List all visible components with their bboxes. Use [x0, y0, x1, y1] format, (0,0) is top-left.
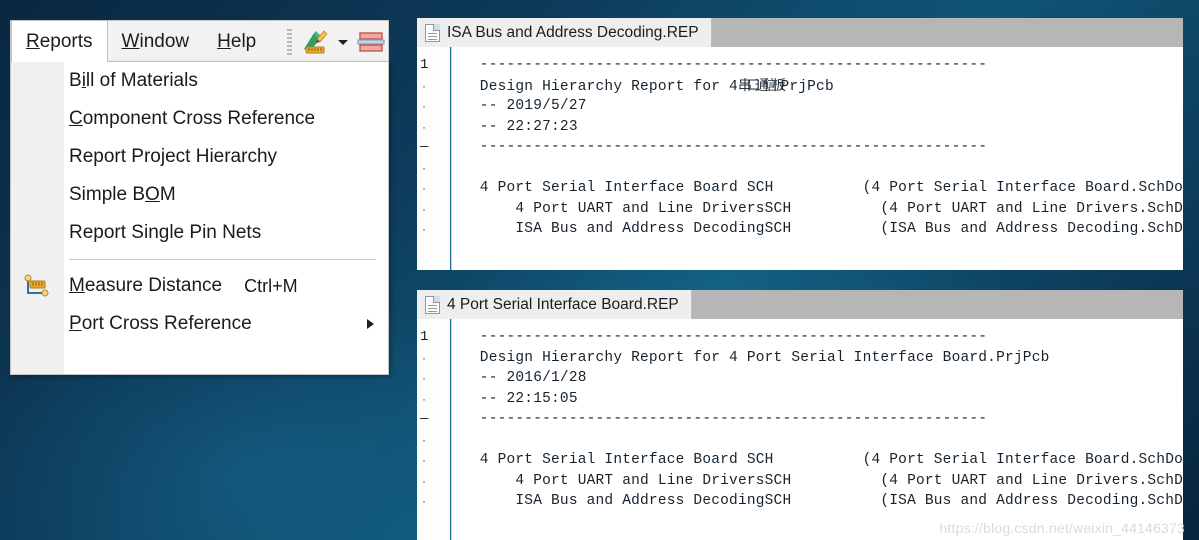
- report-line: 4 Port UART and Line DriversSCH (4 Port …: [462, 200, 1183, 217]
- report-line: Design Hierarchy Report for 4 Port Seria…: [462, 349, 1050, 366]
- desktop-background: Reports Window Help Bill of Materials Co…: [0, 0, 1199, 540]
- menu-bar: Reports Window Help: [10, 20, 389, 62]
- layers-icon[interactable]: [356, 27, 386, 57]
- menu-item-label: Measure Distance: [69, 275, 223, 296]
- line-marker: ·: [422, 350, 426, 365]
- line-number: 1: [420, 329, 429, 345]
- obscured-text: 串口通信板: [737, 77, 786, 94]
- menu-item-component-cross-reference[interactable]: Component Cross Reference: [11, 100, 388, 138]
- panel-tabbar: 4 Port Serial Interface Board.REP: [417, 290, 1183, 319]
- toolbar-strip: [287, 21, 388, 62]
- menu-help[interactable]: Help: [203, 21, 270, 62]
- report-text[interactable]: ----------------------------------------…: [451, 319, 1183, 540]
- line-marker: ·: [422, 453, 426, 467]
- menu-item-label: Report Project Hierarchy: [69, 146, 278, 167]
- menu-item-label: Component Cross Reference: [69, 108, 316, 129]
- menu-item-shortcut: Ctrl+M: [244, 275, 298, 296]
- line-number-gutter: 1 · · · — · · · ·: [417, 319, 451, 540]
- line-marker: ·: [422, 181, 426, 195]
- menu-item-label: Bill of Materials: [69, 70, 198, 91]
- line-marker: ·: [422, 119, 426, 134]
- document-tab[interactable]: 4 Port Serial Interface Board.REP: [417, 290, 692, 319]
- panel-body: 1 · · · — · · · · ------------------------------…: [417, 319, 1183, 540]
- menu-item-measure-distance[interactable]: Measure Distance Ctrl+M: [11, 267, 388, 305]
- menu-window-label: Window: [121, 30, 190, 52]
- line-marker: ·: [422, 473, 426, 488]
- line-marker: ·: [422, 222, 426, 236]
- menu-item-label: Simple BOM: [69, 184, 176, 205]
- line-marker: ·: [422, 78, 426, 93]
- report-line: 4 Port Serial Interface Board SCH (4 Por…: [462, 180, 1183, 196]
- menu-item-port-cross-reference[interactable]: Port Cross Reference: [11, 305, 388, 343]
- menu-window[interactable]: Window: [108, 21, 204, 62]
- menu-item-list: Bill of Materials Component Cross Referen…: [11, 62, 388, 343]
- menu-item-simple-bom[interactable]: Simple BOM: [11, 176, 388, 214]
- menu-separator: [69, 259, 376, 260]
- report-text[interactable]: ----------------------------------------…: [451, 47, 1183, 270]
- chevron-down-icon[interactable]: [336, 27, 350, 57]
- report-line: ----------------------------------------…: [462, 329, 988, 345]
- menu-item-report-project-hierarchy[interactable]: Report Project Hierarchy: [11, 138, 388, 176]
- line-number: 1: [420, 57, 429, 73]
- menu-item-bill-of-materials[interactable]: Bill of Materials: [11, 62, 388, 100]
- panel-tabbar: ISA Bus and Address Decoding.REP: [417, 18, 1183, 47]
- menu-item-report-single-pin-nets[interactable]: Report Single Pin Nets: [11, 214, 388, 252]
- line-marker: ·: [422, 160, 426, 175]
- report-line: -- 2016/1/28: [462, 370, 587, 386]
- report-line: [462, 158, 1183, 179]
- menu-help-label: Help: [217, 30, 257, 52]
- document-tab[interactable]: ISA Bus and Address Decoding.REP: [417, 18, 712, 47]
- line-number-gutter: 1 · · · — · · · ·: [417, 47, 451, 270]
- report-line: Design Hierarchy Report for 4串口通信板PrjPcb: [462, 77, 834, 95]
- report-line: -- 2019/5/27: [462, 98, 587, 114]
- menu-reports-label: Reports: [26, 30, 93, 52]
- document-tab-label: ISA Bus and Address Decoding.REP: [447, 23, 699, 41]
- line-marker: —: [420, 411, 429, 427]
- report-line: ISA Bus and Address DecodingSCH (ISA Bus…: [462, 221, 1183, 237]
- report-line: 4 Port UART and Line DriversSCH (4 Port …: [462, 472, 1183, 489]
- line-marker: ·: [422, 201, 426, 216]
- menu-item-label: Report Single Pin Nets: [69, 222, 262, 243]
- line-marker: ·: [422, 432, 426, 447]
- report-line: ----------------------------------------…: [462, 57, 988, 73]
- report-panel-4-port-serial: 4 Port Serial Interface Board.REP 1 · · · — ·…: [417, 290, 1183, 540]
- line-marker: ·: [422, 494, 426, 508]
- line-marker: ·: [422, 371, 426, 385]
- ruler-pencil-icon[interactable]: [300, 27, 330, 57]
- report-panel-isa-bus: ISA Bus and Address Decoding.REP 1 · · · — · ·…: [417, 18, 1183, 270]
- reports-dropdown-menu: Bill of Materials Component Cross Referen…: [10, 61, 389, 375]
- report-line: 4 Port Serial Interface Board SCH (4 Por…: [462, 452, 1183, 468]
- toolbar-grip[interactable]: [287, 28, 292, 55]
- report-line: ----------------------------------------…: [462, 139, 988, 155]
- line-marker: —: [420, 139, 429, 155]
- line-marker: ·: [422, 99, 426, 113]
- report-line: [462, 430, 1183, 451]
- report-line: ISA Bus and Address DecodingSCH (ISA Bus…: [462, 493, 1183, 509]
- line-marker: ·: [422, 391, 426, 406]
- document-icon: [425, 23, 440, 42]
- measure-distance-icon: [23, 273, 51, 299]
- report-line: ----------------------------------------…: [462, 411, 988, 427]
- menu-reports[interactable]: Reports: [11, 20, 108, 62]
- submenu-arrow-icon: [367, 319, 374, 329]
- document-tab-label: 4 Port Serial Interface Board.REP: [447, 295, 679, 313]
- report-line: -- 22:27:23: [462, 118, 578, 135]
- menu-item-label: Port Cross Reference: [69, 313, 252, 334]
- report-line: -- 22:15:05: [462, 390, 578, 407]
- document-icon: [425, 295, 440, 314]
- panel-body: 1 · · · — · · · · ------------------------------…: [417, 47, 1183, 270]
